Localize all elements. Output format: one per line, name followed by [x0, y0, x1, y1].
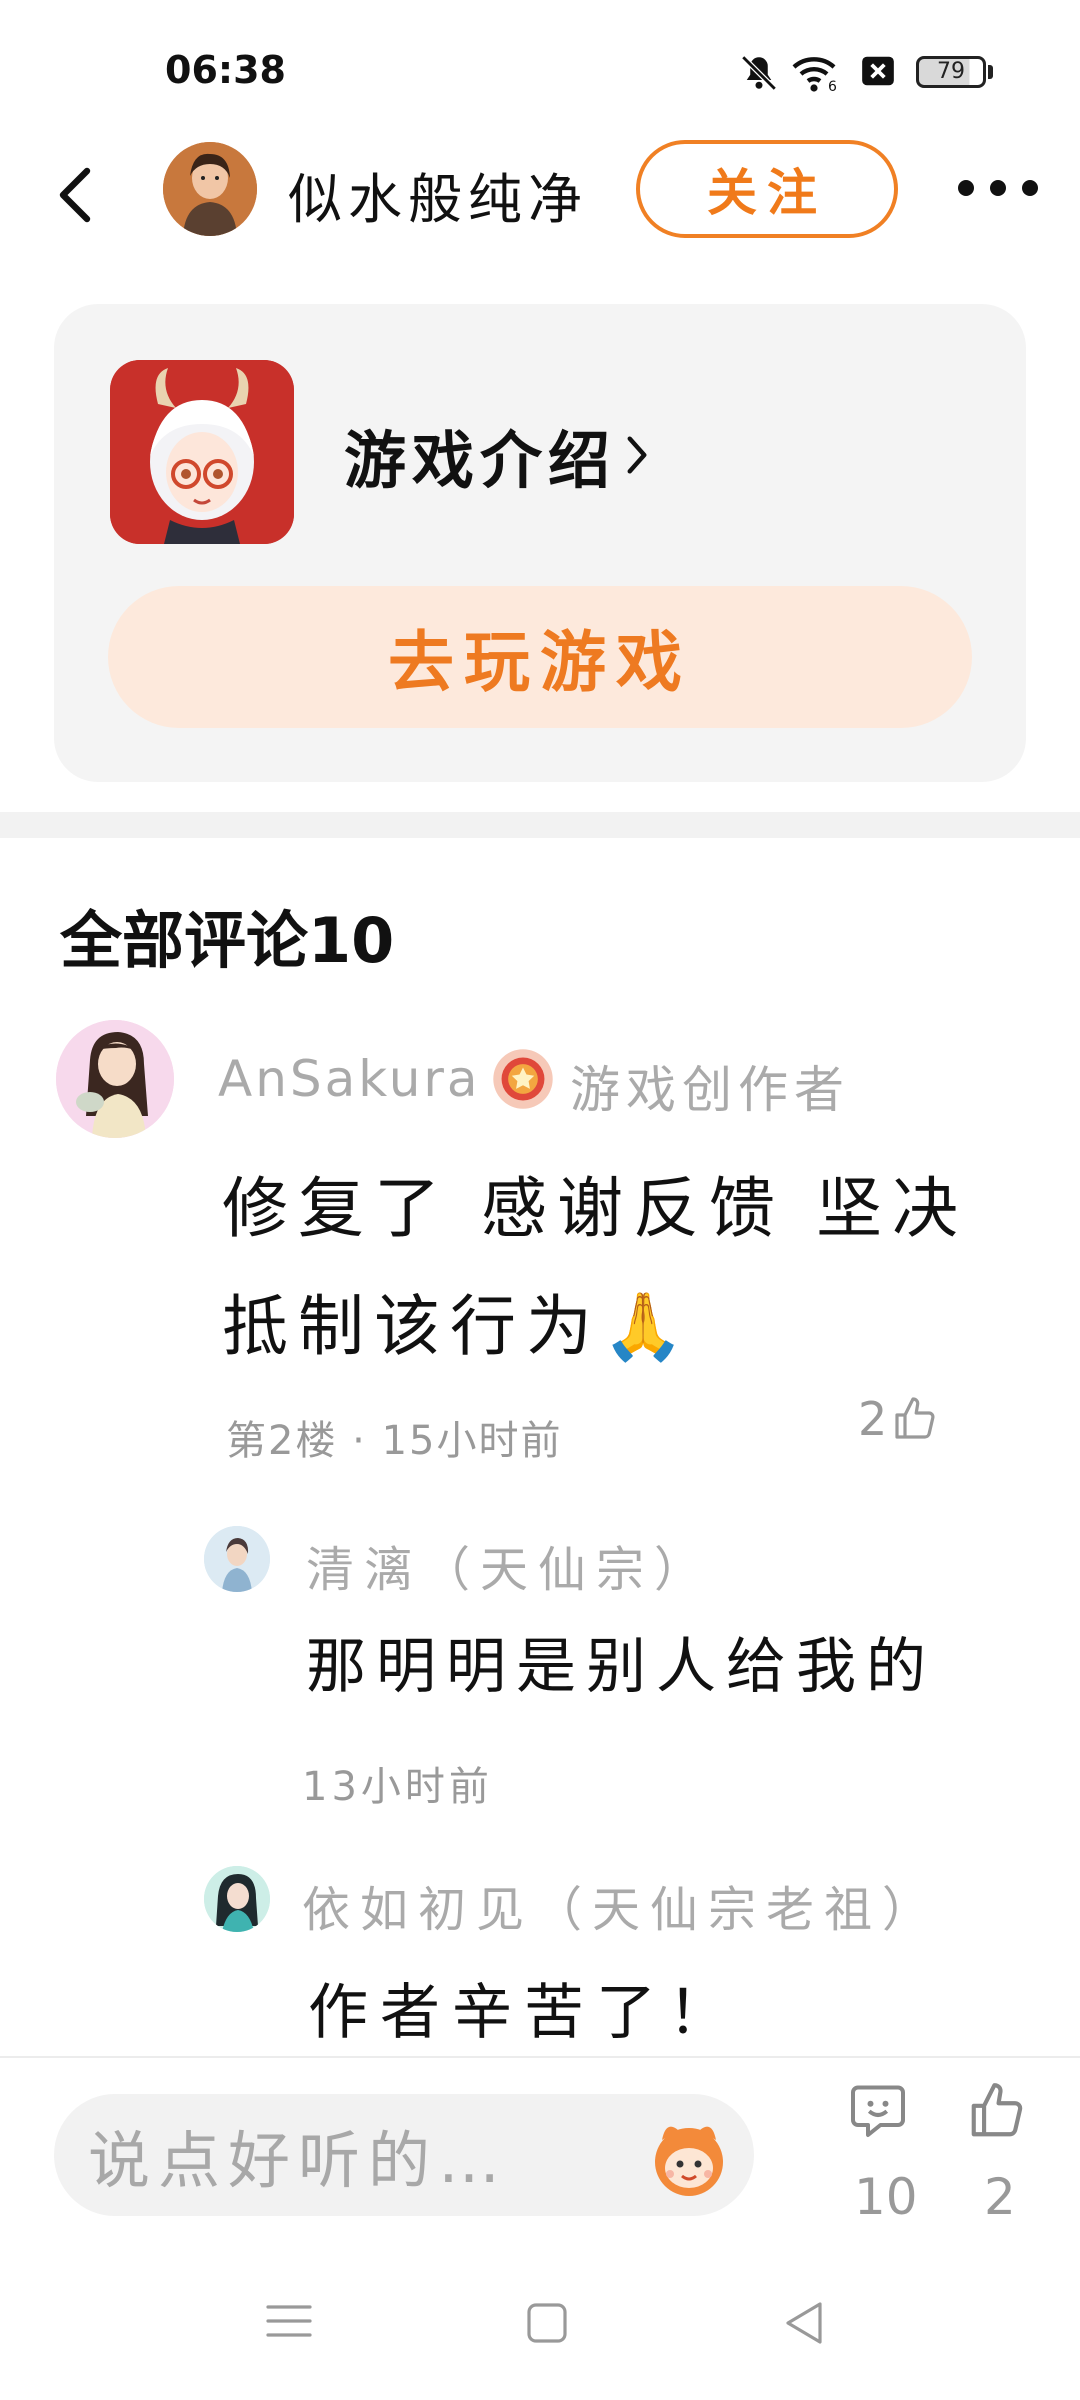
game-intro-label: 游戏介绍 [344, 424, 617, 497]
dot [958, 180, 974, 196]
comment-like-button[interactable]: 2 [858, 1392, 939, 1446]
commenter-name[interactable]: AnSakura [218, 1050, 481, 1108]
dot [990, 180, 1006, 196]
nav-menu-icon[interactable] [266, 2303, 312, 2339]
comment-icon[interactable] [848, 2080, 908, 2140]
commenter-role: 游戏创作者 [570, 1061, 850, 1119]
chevron-right-icon [627, 436, 647, 474]
creator-badge-icon [493, 1049, 553, 1109]
reply-user-name[interactable]: 依如初见（天仙宗老祖） [302, 1870, 940, 1940]
author-avatar-image [163, 142, 257, 236]
battery-tip [988, 65, 993, 79]
reply-avatar-image [204, 1526, 270, 1592]
thumbs-up-icon [895, 1397, 935, 1439]
author-name[interactable]: 似水般纯净 [288, 155, 588, 234]
play-game-button[interactable]: 去玩游戏 [108, 586, 972, 728]
more-dots-icon[interactable] [958, 168, 1038, 208]
status-time: 06:38 [165, 48, 286, 92]
reply-avatar[interactable] [204, 1526, 270, 1592]
back-button[interactable] [55, 160, 105, 230]
reply-avatar[interactable] [204, 1866, 270, 1932]
mascot-emoji-icon[interactable] [646, 2114, 732, 2200]
thumbs-up-icon[interactable] [966, 2080, 1028, 2142]
author-avatar[interactable] [163, 142, 257, 236]
comments-title: 全部评论10 [60, 904, 395, 977]
commenter-avatar-image [56, 1020, 174, 1138]
reply-avatar-image [204, 1866, 270, 1932]
reply-text: 那明明是别人给我的 [306, 1632, 936, 1702]
mute-icon [741, 55, 777, 91]
comment-meta: 第2楼 · 15小时前 [226, 1418, 563, 1464]
comment-like-count: 2 [858, 1392, 888, 1446]
reply-text: 作者辛苦了！ [308, 1978, 740, 2048]
no-sim-icon [862, 56, 894, 86]
reply-user-name[interactable]: 清漓（天仙宗） [306, 1530, 712, 1600]
svg-text:6: 6 [828, 79, 837, 94]
wifi-icon: 6 [792, 57, 837, 94]
commenter-avatar[interactable] [56, 1020, 174, 1138]
reply-meta: 13小时前 [302, 1764, 493, 1810]
game-intro-link[interactable]: 游戏介绍 [344, 410, 648, 500]
dot [1022, 180, 1038, 196]
battery-icon: 79 [916, 56, 986, 88]
nav-home-icon[interactable] [526, 2302, 568, 2344]
game-icon[interactable] [110, 360, 294, 544]
game-icon-image [110, 360, 294, 544]
comment-text: 修复了 感谢反馈 坚决抵制该行为🙏 [222, 1170, 968, 1365]
section-divider [0, 812, 1080, 838]
follow-button[interactable]: 关注 [636, 140, 898, 238]
like-count: 2 [984, 2168, 1016, 2226]
comment-count: 10 [854, 2168, 918, 2226]
chevron-left-icon [59, 167, 91, 223]
nav-back-icon[interactable] [782, 2300, 826, 2346]
